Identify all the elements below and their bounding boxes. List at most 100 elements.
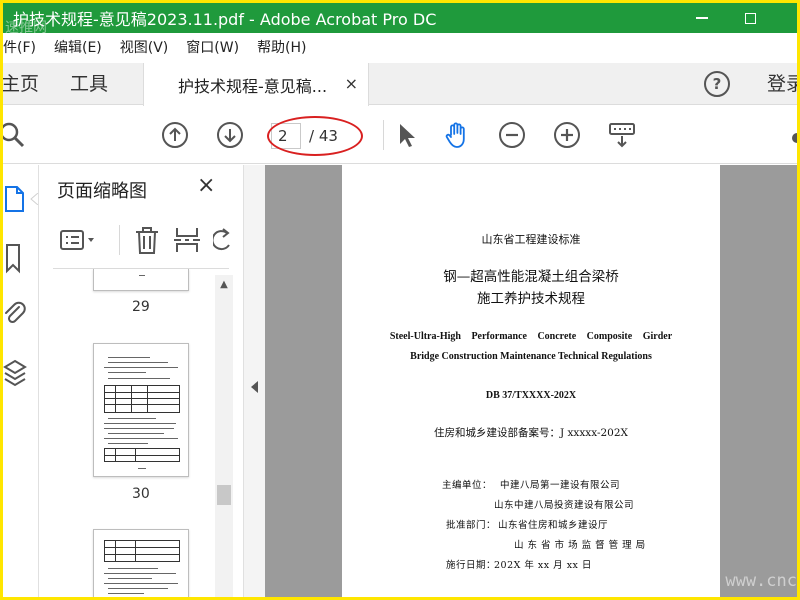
menu-help[interactable]: 帮助(H) [248,33,315,63]
english-title-line2: Bridge Construction Maintenance Technica… [410,351,652,362]
page-number-mark [138,468,146,469]
approver-2: 山 东 省 市 场 监 督 管 理 局 [514,540,646,551]
panel-tools-separator [119,225,120,255]
rotate-icon[interactable] [213,227,231,253]
document-title-line2: 施工养护技术规程 [477,291,585,307]
editor-unit-1: 中建八局第一建设有限公司 [500,480,621,491]
zoom-in-icon[interactable] [552,120,582,150]
table-rule [135,449,136,461]
title-bar: 护技术规程-意见稿2023.11.pdf - Adobe Acrobat Pro… [3,3,797,36]
keyboard-scroll-icon[interactable] [607,120,637,150]
left-navigation-rail [3,165,39,597]
menu-file[interactable]: 件(F) [3,33,45,63]
table-rule [115,449,116,461]
help-icon[interactable]: ? [704,71,730,97]
tab-tools[interactable]: 工具 [70,63,108,105]
text-line [108,578,152,579]
thumbnail-options-icon[interactable] [59,229,99,253]
search-icon[interactable] [3,120,27,150]
thumbnail-label-29: 29 [132,299,150,315]
document-tab-label: 护技术规程-意见稿... [178,76,328,96]
page-thumbnails-icon[interactable] [3,183,27,215]
close-tab-button[interactable]: × [345,74,358,93]
thumbnail-page-29[interactable] [93,269,189,291]
table-rule [105,554,179,555]
text-line [104,583,178,584]
minimize-button[interactable] [679,3,725,33]
tab-document[interactable]: 护技术规程-意见稿... × [143,63,369,106]
app-window: 护技术规程-意见稿2023.11.pdf - Adobe Acrobat Pro… [3,3,797,597]
bookmark-icon[interactable] [3,243,27,275]
approver-label: 批准部门： [446,520,497,531]
effective-label: 施行日期： [446,560,497,571]
close-panel-button[interactable]: × [197,173,215,198]
scroll-up-icon[interactable]: ▲ [215,279,233,295]
standard-number: DB 37/TXXXX-202X [485,390,577,401]
thumbnail-table [104,385,180,413]
panel-title: 页面缩略图 [57,181,147,202]
thumbnail-page-30[interactable] [93,343,189,477]
table-rule [105,392,179,393]
table-rule [147,386,148,412]
text-line [108,433,164,434]
text-line [104,438,178,439]
page-number-input[interactable] [271,123,301,149]
thumbnail-scrollbar[interactable]: ▲ [215,275,233,597]
text-line [108,357,150,358]
text-line [104,423,176,424]
text-line [108,362,168,363]
menu-bar: 件(F) 编辑(E) 视图(V) 窗口(W) 帮助(H) [3,33,797,63]
collapse-panel-icon[interactable] [251,381,258,393]
page-number-mark [139,275,145,276]
text-line [108,378,170,379]
signin-button[interactable]: 登录 [767,63,797,105]
next-page-icon[interactable] [215,120,245,150]
table-rule [105,398,179,399]
delete-icon[interactable] [133,225,161,255]
document-title-line1: 钢—超高性能混凝土组合梁桥 [443,269,619,285]
scrollbar-thumb[interactable] [217,485,231,505]
menu-edit[interactable]: 编辑(E) [45,33,111,63]
layers-icon[interactable] [3,357,27,389]
text-line [108,443,148,444]
extract-pages-icon[interactable] [173,225,201,255]
attachment-icon[interactable] [3,299,27,331]
text-line [104,573,176,574]
select-cursor-icon[interactable] [391,120,421,150]
menu-window[interactable]: 窗口(W) [177,33,248,63]
pdf-page: 山东省工程建设标准 钢—超高性能混凝土组合梁桥 施工养护技术规程 Steel-U… [342,165,720,597]
thumbnail-table [104,540,180,562]
more-tools-icon[interactable] [785,120,797,150]
thumbnail-label-30: 30 [132,486,150,502]
site-watermark: www.cnc [725,571,797,591]
editor-label: 主编单位： [442,480,493,491]
tab-bar: 主页 工具 护技术规程-意见稿... × ? 登录 [3,63,797,106]
panel-pointer-icon [30,193,38,205]
thumbnails-panel: 页面缩略图 × 29 30 ▲ [39,165,243,597]
table-rule [105,455,179,456]
window-title: 护技术规程-意见稿2023.11.pdf - Adobe Acrobat Pro… [13,10,437,29]
english-title-line1: Steel-Ultra-High Performance Concrete Co… [389,331,673,342]
standard-type: 山东省工程建设标准 [481,233,581,246]
effective-date: 202X 年 xx 月 xx 日 [494,560,592,571]
zoom-out-icon[interactable] [497,120,527,150]
panel-collapse-strip[interactable] [243,165,265,597]
hand-tool-icon[interactable] [442,120,472,150]
page-total: / 43 [309,127,338,145]
text-line [108,593,144,594]
page-navigator: / 43 [271,122,363,150]
table-rule [115,386,116,412]
text-line [108,372,146,373]
toolbar-separator [383,120,384,150]
table-rule [105,404,179,405]
menu-view[interactable]: 视图(V) [111,33,178,63]
panel-toolbar [53,223,241,259]
table-rule [131,386,132,412]
previous-page-icon[interactable] [160,120,190,150]
maximize-button[interactable] [727,3,773,33]
record-number: 住房和城乡建设部备案号：J xxxxx-202X [433,427,629,439]
tab-home[interactable]: 主页 [3,63,39,105]
thumbnail-page-31[interactable] [93,529,189,597]
text-line [104,367,178,368]
document-view[interactable]: 山东省工程建设标准 钢—超高性能混凝土组合梁桥 施工养护技术规程 Steel-U… [265,165,797,597]
